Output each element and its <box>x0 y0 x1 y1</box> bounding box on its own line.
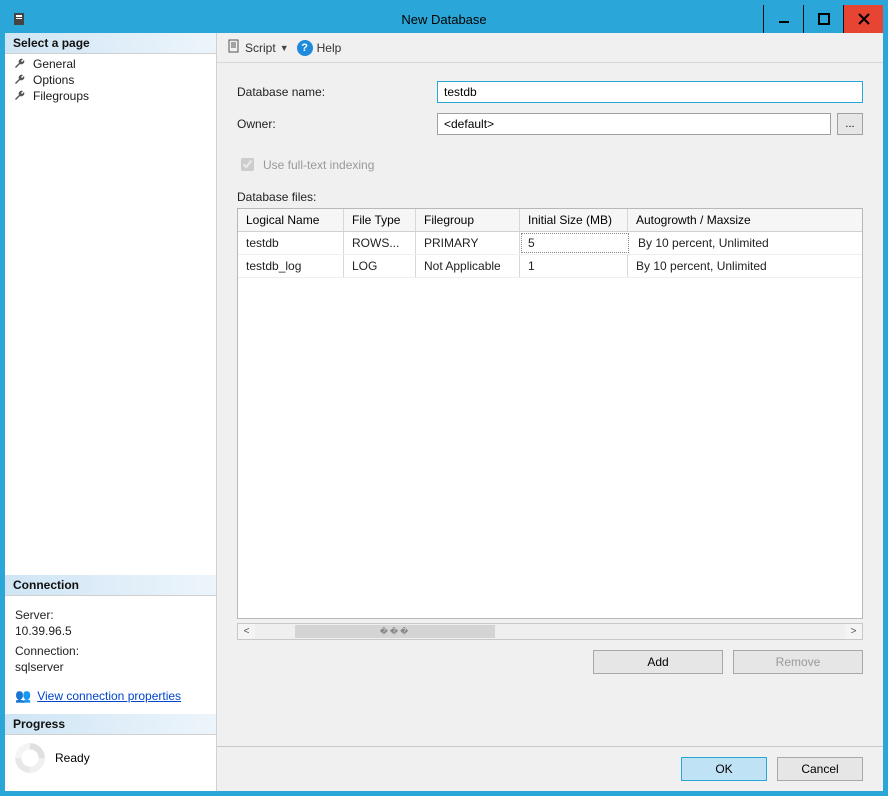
page-label: Options <box>33 73 74 87</box>
connection-value: sqlserver <box>15 660 206 674</box>
col-initial-size[interactable]: Initial Size (MB) <box>520 209 628 231</box>
window-controls <box>763 5 883 33</box>
close-button[interactable] <box>843 5 883 33</box>
cell-logical[interactable]: testdb_log <box>238 255 344 277</box>
window-title: New Database <box>401 12 486 27</box>
grid-header-row: Logical Name File Type Filegroup Initial… <box>238 209 862 232</box>
help-icon: ? <box>297 40 313 56</box>
maximize-button[interactable] <box>803 5 843 33</box>
col-file-type[interactable]: File Type <box>344 209 416 231</box>
toolbar: Script ▼ ? Help <box>217 33 883 63</box>
server-label: Server: <box>15 608 206 622</box>
database-files-grid[interactable]: Logical Name File Type Filegroup Initial… <box>237 208 863 619</box>
script-label: Script <box>245 41 276 55</box>
add-button[interactable]: Add <box>593 650 723 674</box>
cell-size[interactable]: 1 <box>520 255 628 277</box>
script-icon <box>227 39 241 56</box>
select-page-header: Select a page <box>5 33 216 54</box>
content: Database name: Owner: ... Use full-text … <box>217 63 883 746</box>
page-general[interactable]: General <box>9 56 212 72</box>
owner-label: Owner: <box>237 117 437 131</box>
window-frame: New Database Select a page General <box>0 0 888 796</box>
col-autogrowth[interactable]: Autogrowth / Maxsize <box>628 209 862 231</box>
cell-filegroup[interactable]: PRIMARY <box>416 232 520 254</box>
scroll-thumb[interactable]: ��� <box>295 625 495 638</box>
cell-type[interactable]: ROWS... <box>344 232 416 254</box>
wrench-icon <box>13 73 27 87</box>
grid-empty-space <box>238 278 862 618</box>
cancel-button[interactable]: Cancel <box>777 757 863 781</box>
people-icon: 👥 <box>15 688 31 704</box>
fulltext-label: Use full-text indexing <box>263 158 374 172</box>
database-files-label: Database files: <box>237 190 863 204</box>
cell-type[interactable]: LOG <box>344 255 416 277</box>
title-bar: New Database <box>5 5 883 33</box>
wrench-icon <box>13 57 27 71</box>
fulltext-checkbox <box>241 158 254 171</box>
view-connection-properties-link[interactable]: View connection properties <box>37 689 181 703</box>
cell-autogrowth[interactable]: By 10 percent, Unlimited <box>628 255 862 277</box>
table-row[interactable]: testdb_log LOG Not Applicable 1 By 10 pe… <box>238 255 862 278</box>
progress-header: Progress <box>5 714 216 735</box>
ok-button[interactable]: OK <box>681 757 767 781</box>
progress-panel: Ready <box>5 735 216 791</box>
db-name-label: Database name: <box>237 85 437 99</box>
page-options[interactable]: Options <box>9 72 212 88</box>
scroll-track[interactable]: ��� <box>255 624 845 639</box>
connection-label: Connection: <box>15 644 206 658</box>
server-value: 10.39.96.5 <box>15 624 206 638</box>
page-filegroups[interactable]: Filegroups <box>9 88 212 104</box>
cell-logical[interactable]: testdb <box>238 232 344 254</box>
minimize-button[interactable] <box>763 5 803 33</box>
horizontal-scrollbar[interactable]: < ��� > <box>237 623 863 640</box>
col-filegroup[interactable]: Filegroup <box>416 209 520 231</box>
wrench-icon <box>13 89 27 103</box>
owner-input[interactable] <box>437 113 831 135</box>
app-icon <box>11 11 27 27</box>
db-name-input[interactable] <box>437 81 863 103</box>
remove-button: Remove <box>733 650 863 674</box>
script-dropdown[interactable]: Script ▼ <box>227 39 289 56</box>
cell-autogrowth[interactable]: By 10 percent, Unlimited <box>630 232 862 254</box>
scroll-left-button[interactable]: < <box>238 624 255 639</box>
scroll-right-button[interactable]: > <box>845 624 862 639</box>
help-label: Help <box>317 41 342 55</box>
page-list: General Options Filegroups <box>5 54 216 110</box>
owner-browse-button[interactable]: ... <box>837 113 863 135</box>
connection-panel: Server: 10.39.96.5 Connection: sqlserver… <box>5 596 216 714</box>
cell-filegroup[interactable]: Not Applicable <box>416 255 520 277</box>
spinner-icon <box>15 743 45 773</box>
main-panel: Script ▼ ? Help Database name: Owner: ..… <box>217 33 883 791</box>
progress-status: Ready <box>55 751 90 765</box>
fulltext-checkbox-row: Use full-text indexing <box>237 155 863 174</box>
help-button[interactable]: ? Help <box>297 40 342 56</box>
col-logical-name[interactable]: Logical Name <box>238 209 344 231</box>
table-row[interactable]: testdb ROWS... PRIMARY 5 By 10 percent, … <box>238 232 862 255</box>
dialog-footer: OK Cancel <box>217 746 883 791</box>
page-label: Filegroups <box>33 89 89 103</box>
sidebar: Select a page General Options <box>5 33 217 791</box>
cell-size-editing[interactable]: 5 <box>521 233 629 253</box>
chevron-down-icon: ▼ <box>280 43 289 53</box>
connection-header: Connection <box>5 575 216 596</box>
page-label: General <box>33 57 76 71</box>
